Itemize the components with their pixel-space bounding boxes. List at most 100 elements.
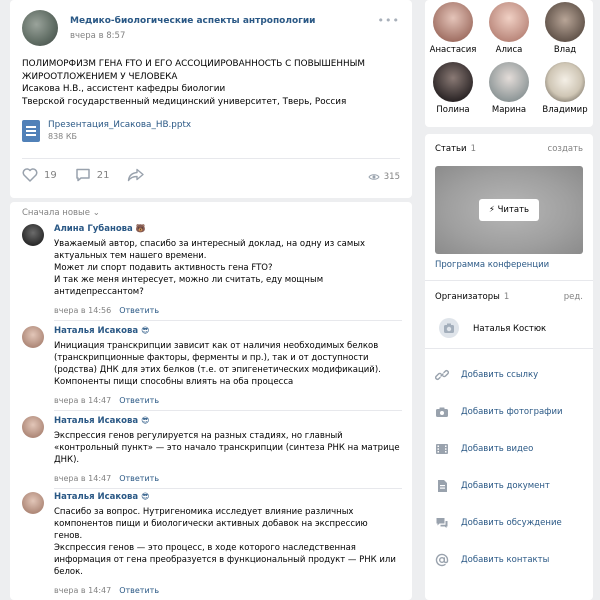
article-preview[interactable]: ⚡ Читать bbox=[435, 166, 583, 254]
comment-text: Уважаемый автор, спасибо за интересный д… bbox=[54, 238, 365, 298]
comment-meta: вчера в 14:47 Ответить bbox=[54, 474, 159, 483]
friend-name: Полина bbox=[436, 105, 470, 115]
post-title-line-2: ЖИРООТЛОЖЕНИЕМ У ЧЕЛОВЕКА bbox=[22, 71, 178, 82]
commenter-avatar[interactable] bbox=[22, 224, 44, 246]
lightning-icon: ⚡ bbox=[488, 205, 495, 215]
group-avatar[interactable] bbox=[22, 10, 58, 46]
commenter-name[interactable]: Наталья Исакова 😎 bbox=[54, 326, 150, 336]
comment-line: Может ли спорт подавить активность гена … bbox=[54, 263, 273, 273]
commenter-avatar[interactable] bbox=[22, 492, 44, 514]
views-count: 315 bbox=[383, 172, 400, 182]
emoji-icon: 😎 bbox=[141, 492, 150, 501]
organizer-avatar[interactable] bbox=[439, 318, 459, 338]
divider bbox=[425, 348, 593, 349]
comment-time[interactable]: вчера в 14:56 bbox=[54, 306, 111, 315]
edit-organizers-link[interactable]: ред. bbox=[564, 292, 583, 302]
friends-card: Анастасия Алиса Влад Полина Марина Влади… bbox=[425, 0, 593, 127]
comment-line: белок. bbox=[54, 567, 83, 577]
friend-avatar bbox=[489, 62, 529, 102]
comment-divider bbox=[54, 488, 402, 489]
program-link[interactable]: Программа конференции bbox=[435, 260, 549, 270]
link-icon bbox=[435, 370, 449, 380]
like-button[interactable]: 19 bbox=[22, 168, 57, 182]
add-contacts-button[interactable]: Добавить контакты bbox=[435, 549, 583, 571]
articles-header[interactable]: Статьи 1 bbox=[435, 144, 476, 154]
comment-line: информация от гена преобразуется в функц… bbox=[54, 555, 396, 565]
comment-meta: вчера в 14:47 Ответить bbox=[54, 586, 159, 595]
commenter-name-text: Наталья Исакова bbox=[54, 326, 139, 336]
reply-link[interactable]: Ответить bbox=[119, 586, 159, 595]
reply-link[interactable]: Ответить bbox=[119, 474, 159, 483]
comment-time[interactable]: вчера в 14:47 bbox=[54, 586, 111, 595]
reply-link[interactable]: Ответить bbox=[119, 306, 159, 315]
reply-link[interactable]: Ответить bbox=[119, 396, 159, 405]
comment-divider bbox=[54, 410, 402, 411]
comment-line: (родства) ДНК для этих белков (т.е. от э… bbox=[54, 365, 381, 375]
friend-name: Анастасия bbox=[429, 45, 477, 55]
friend-item[interactable]: Влад bbox=[537, 2, 593, 55]
commenter-avatar[interactable] bbox=[22, 416, 44, 438]
post-university: Тверской государственный медицинский уни… bbox=[22, 96, 347, 107]
post-title-line-1: ПОЛИМОРФИЗМ ГЕНА FTO И ЕГО АССОЦИИРОВАНН… bbox=[22, 59, 365, 69]
friend-avatar bbox=[433, 62, 473, 102]
share-icon bbox=[128, 168, 145, 182]
commenter-name-text: Наталья Исакова bbox=[54, 492, 139, 502]
group-name-link[interactable]: Медико-биологические аспекты антропологи… bbox=[70, 16, 315, 26]
comment-item: Наталья Исакова 😎 Экспрессия генов регули… bbox=[22, 416, 402, 490]
friend-item[interactable]: Владимир bbox=[537, 62, 593, 115]
comment-line: актуальных тем нашего времени. bbox=[54, 251, 207, 261]
add-contacts-label: Добавить контакты bbox=[461, 555, 550, 565]
post-card: Медико-биологические аспекты антропологи… bbox=[10, 0, 412, 198]
post-actions: 19 21 bbox=[22, 168, 169, 182]
comment-text: Экспрессия генов регулируется на разных … bbox=[54, 430, 400, 466]
comment-meta: вчера в 14:56 Ответить bbox=[54, 306, 159, 315]
discussion-icon bbox=[436, 518, 448, 528]
post-timestamp[interactable]: вчера в 8:57 bbox=[70, 31, 125, 41]
post-text: ПОЛИМОРФИЗМ ГЕНА FTO И ЕГО АССОЦИИРОВАНН… bbox=[22, 58, 402, 108]
comment-button[interactable]: 21 bbox=[75, 168, 109, 182]
chevron-down-icon: ⌄ bbox=[92, 208, 100, 218]
commenter-avatar[interactable] bbox=[22, 326, 44, 348]
video-icon bbox=[436, 444, 448, 454]
add-document-button[interactable]: Добавить документ bbox=[435, 475, 583, 497]
organizer-name[interactable]: Наталья Костюк bbox=[473, 324, 546, 334]
sort-dropdown[interactable]: Сначала новые ⌄ bbox=[22, 208, 100, 218]
comment-line: И так же меня интересует, можно ли счита… bbox=[54, 275, 324, 285]
emoji-icon: 😎 bbox=[141, 326, 150, 335]
sidebar-card: Статьи 1 создать ⚡ Читать Программа конфе… bbox=[425, 134, 593, 600]
friend-item[interactable]: Полина bbox=[425, 62, 481, 115]
likes-count: 19 bbox=[44, 169, 57, 181]
commenter-name[interactable]: Наталья Исакова 😎 bbox=[54, 492, 150, 502]
comment-divider bbox=[54, 320, 402, 321]
read-button-label: Читать bbox=[497, 205, 530, 215]
friend-item[interactable]: Алиса bbox=[481, 2, 537, 55]
add-discussion-button[interactable]: Добавить обсуждение bbox=[435, 512, 583, 534]
emoji-icon: 🐻 bbox=[135, 224, 146, 233]
commenter-name[interactable]: Алина Губанова 🐻 bbox=[54, 224, 146, 234]
comment-text: Спасибо за вопрос. Нутригеномика исследу… bbox=[54, 506, 396, 578]
commenter-name[interactable]: Наталья Исакова 😎 bbox=[54, 416, 150, 426]
add-photos-button[interactable]: Добавить фотографии bbox=[435, 401, 583, 423]
share-button[interactable] bbox=[127, 168, 151, 182]
comment-time[interactable]: вчера в 14:47 bbox=[54, 474, 111, 483]
attachment-size: 838 КБ bbox=[48, 132, 77, 141]
comment-time[interactable]: вчера в 14:47 bbox=[54, 396, 111, 405]
divider bbox=[22, 158, 400, 159]
at-icon bbox=[435, 553, 449, 567]
document-icon bbox=[22, 120, 40, 142]
comment-line: Уважаемый автор, спасибо за интересный д… bbox=[54, 239, 366, 249]
add-link-button[interactable]: Добавить ссылку bbox=[435, 364, 583, 386]
comment-item: Наталья Исакова 😎 Инициация транскрипции … bbox=[22, 326, 402, 412]
friend-item[interactable]: Марина bbox=[481, 62, 537, 115]
add-video-button[interactable]: Добавить видео bbox=[435, 438, 583, 460]
add-photos-label: Добавить фотографии bbox=[461, 407, 563, 417]
read-button[interactable]: ⚡ Читать bbox=[479, 199, 539, 221]
more-options-icon[interactable]: ••• bbox=[378, 14, 400, 27]
create-article-link[interactable]: создать bbox=[548, 144, 583, 154]
organizers-header[interactable]: Организаторы 1 bbox=[435, 292, 509, 302]
eye-icon bbox=[368, 174, 380, 180]
attachment-name[interactable]: Презентация_Исакова_НВ.pptx bbox=[48, 120, 191, 130]
divider bbox=[425, 280, 593, 281]
friend-item[interactable]: Анастасия bbox=[425, 2, 481, 55]
friend-avatar bbox=[489, 2, 529, 42]
